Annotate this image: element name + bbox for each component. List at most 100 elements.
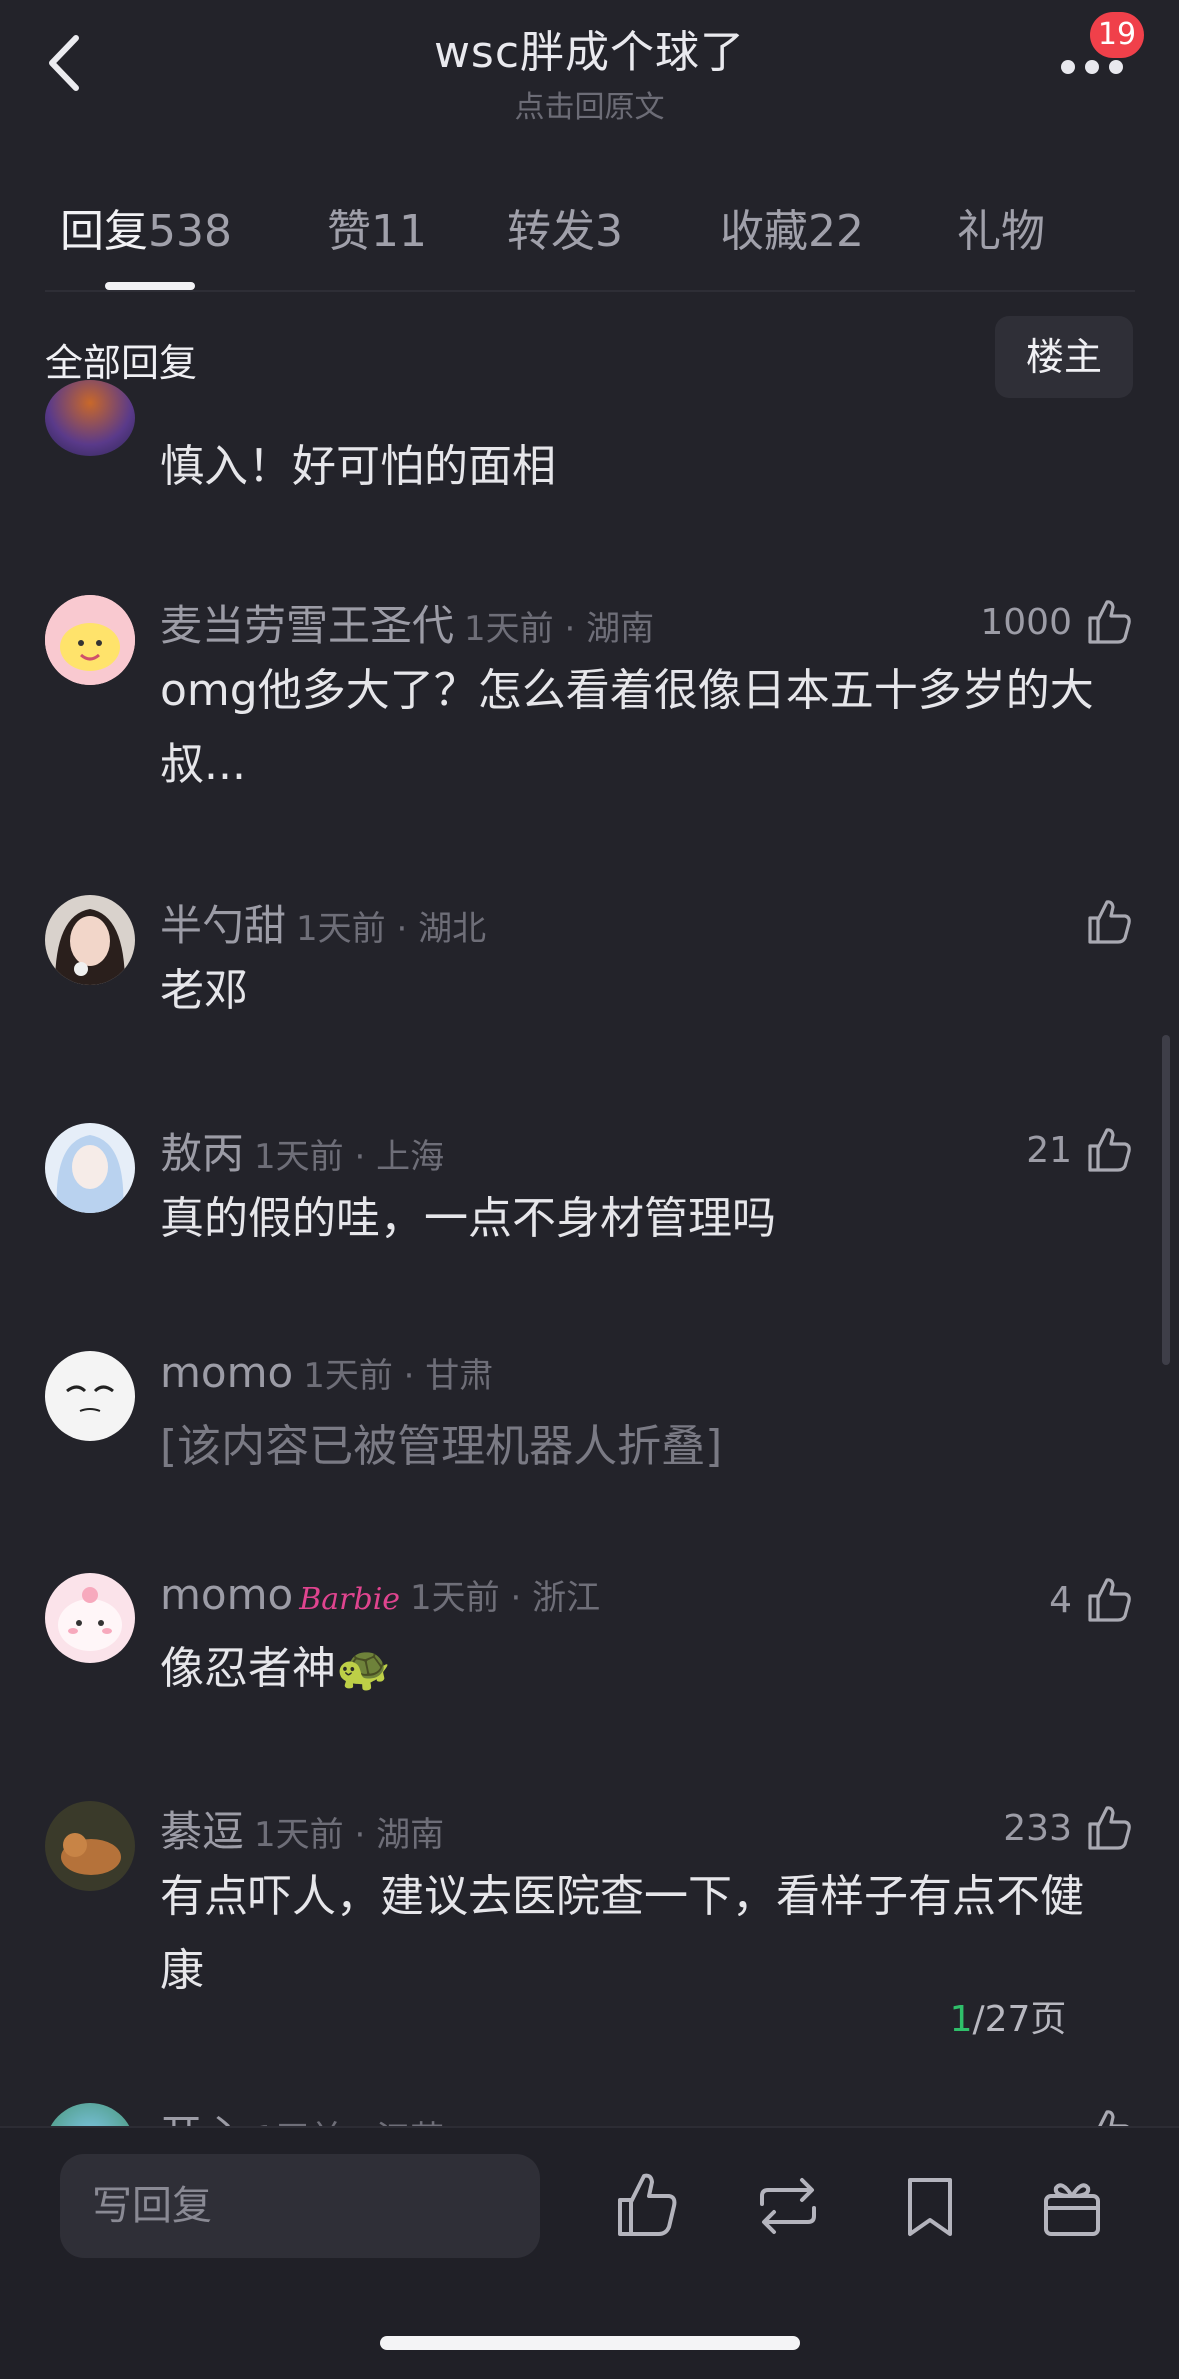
comment-header: 敖丙 1天前 · 上海: [160, 1120, 444, 1180]
header-bar: wsc胖成个球了 点击回原文 19: [0, 0, 1179, 130]
avatar[interactable]: [45, 1351, 135, 1441]
comment-header: momo 1天前 · 甘肃: [160, 1348, 493, 1408]
thumbs-up-icon: [1088, 600, 1131, 644]
tab-likes[interactable]: 赞11: [327, 195, 427, 259]
tab-count: 3: [595, 206, 623, 257]
tab-bar: 回复538 赞11 转发3 收藏22 礼物: [0, 195, 1179, 290]
comment-header: 麦当劳雪王圣代 1天前 · 湖南: [160, 592, 654, 652]
avatar[interactable]: [45, 1801, 135, 1891]
avatar[interactable]: [45, 1123, 135, 1213]
more-dot-icon: [1085, 60, 1099, 74]
comment-meta: 1天前 · 甘肃: [303, 1356, 494, 1396]
op-only-button[interactable]: 楼主: [995, 316, 1133, 398]
avatar-image: [45, 1351, 135, 1441]
tab-label: 收藏: [720, 206, 808, 257]
like-count: 1000: [980, 601, 1072, 643]
comment-item[interactable]: 慎入！好可怕的面相: [0, 380, 1179, 510]
thumbs-up-icon: [618, 2173, 677, 2236]
comment-item[interactable]: 半勺甜 1天前 · 湖北 老邓: [0, 892, 1179, 1032]
folded-comment-notice[interactable]: [该内容已被管理机器人折叠]: [160, 1410, 1135, 1484]
home-indicator: [380, 2336, 800, 2350]
comment-text: 老邓: [160, 965, 248, 1016]
back-to-post-link[interactable]: 点击回原文: [0, 82, 1179, 126]
username[interactable]: momo: [160, 1570, 293, 1619]
like-button[interactable]: [1082, 892, 1134, 952]
like-count: 21: [1026, 1129, 1072, 1171]
tab-favorites[interactable]: 收藏22: [720, 195, 864, 259]
current-page: 1: [949, 1999, 973, 2040]
like-button[interactable]: 21: [1026, 1120, 1134, 1180]
comment-text: 像忍者神🐢: [160, 1643, 391, 1694]
username[interactable]: 綦逗: [160, 1807, 244, 1856]
comment-header: 綦逗 1天前 · 湖南: [160, 1798, 444, 1858]
more-dot-icon: [1109, 60, 1123, 74]
tab-count: 22: [808, 206, 864, 257]
total-pages: /27页: [972, 1999, 1067, 2040]
avatar-image: [45, 1123, 135, 1213]
tab-gifts[interactable]: 礼物: [957, 195, 1045, 259]
like-button[interactable]: 4: [1049, 1570, 1134, 1630]
bookmark-icon: [908, 2178, 952, 2236]
avatar[interactable]: [45, 1573, 135, 1663]
username[interactable]: momo: [160, 1348, 293, 1397]
repost-button[interactable]: [748, 2166, 828, 2246]
active-tab-indicator: [105, 282, 195, 290]
tab-label: 赞: [327, 206, 371, 257]
page-title: wsc胖成个球了: [433, 27, 746, 78]
comment-meta: 1天前 · 湖南: [254, 1815, 445, 1855]
thumbs-up-icon: [1088, 1578, 1131, 1622]
comment-item[interactable]: momo Barbie 1天前 · 浙江 4 像忍者神🐢: [0, 1570, 1179, 1710]
avatar-image: [45, 895, 135, 985]
comment-item[interactable]: 敖丙 1天前 · 上海 21 真的假的哇，一点不身材管理吗: [0, 1120, 1179, 1260]
comment-text: 真的假的哇，一点不身材管理吗: [160, 1193, 776, 1244]
divider: [45, 290, 1135, 292]
tab-label: 回复: [60, 206, 148, 257]
app-page: wsc胖成个球了 点击回原文 19 回复538 赞11 转发3 收藏22 礼物 …: [0, 0, 1179, 2379]
avatar-image: [45, 595, 135, 685]
notification-badge: 19: [1090, 12, 1144, 58]
comment-meta: 1天前 · 浙江: [410, 1578, 601, 1618]
repost-icon: [760, 2178, 816, 2234]
avatar[interactable]: [45, 595, 135, 685]
tab-replies[interactable]: 回复538: [60, 195, 232, 259]
page-indicator[interactable]: 1/27页: [908, 1980, 1108, 2060]
scrollbar[interactable]: [1162, 1035, 1170, 1365]
thumbs-up-icon: [1088, 1128, 1131, 1172]
more-dot-icon: [1061, 60, 1075, 74]
like-count: 233: [1003, 1807, 1072, 1849]
like-button[interactable]: 1000: [980, 592, 1134, 652]
avatar-image: [45, 1801, 135, 1891]
thumbs-up-icon: [1088, 900, 1131, 944]
like-count: 4: [1049, 1579, 1072, 1621]
tab-count: 538: [148, 206, 232, 257]
comment-meta: 1天前 · 湖南: [464, 609, 655, 649]
comment-header: momo Barbie 1天前 · 浙江: [160, 1570, 600, 1630]
comment-item[interactable]: momo 1天前 · 甘肃 [该内容已被管理机器人折叠]: [0, 1348, 1179, 1488]
comment-item[interactable]: 麦当劳雪王圣代 1天前 · 湖南 1000 omg他多大了？怎么看着很像日本五十多…: [0, 592, 1179, 812]
gift-icon: [1044, 2183, 1100, 2236]
tab-label: 转发: [507, 206, 595, 257]
reply-input[interactable]: 写回复: [60, 2154, 540, 2258]
avatar[interactable]: [45, 895, 135, 985]
barbie-badge: Barbie: [299, 1582, 401, 1617]
avatar[interactable]: [45, 380, 135, 456]
username[interactable]: 半勺甜: [160, 901, 286, 950]
tab-label: 礼物: [957, 206, 1045, 257]
username[interactable]: 麦当劳雪王圣代: [160, 601, 454, 650]
comment-text: omg他多大了？怎么看着很像日本五十多岁的大叔...: [160, 665, 1094, 790]
username[interactable]: 敖丙: [160, 1129, 244, 1178]
comment-meta: 1天前 · 湖北: [296, 909, 487, 949]
comment-header: 半勺甜 1天前 · 湖北: [160, 892, 486, 952]
comment-text: 慎入！好可怕的面相: [160, 441, 556, 492]
title-area[interactable]: wsc胖成个球了 点击回原文: [0, 16, 1179, 126]
tab-reposts[interactable]: 转发3: [507, 195, 623, 259]
all-replies-filter[interactable]: 全部回复: [45, 332, 197, 387]
comment-meta: 1天前 · 上海: [254, 1137, 445, 1177]
like-post-button[interactable]: [606, 2166, 686, 2246]
tab-count: 11: [371, 206, 427, 257]
like-button[interactable]: 233: [1003, 1798, 1134, 1858]
thumbs-up-icon: [1088, 1806, 1131, 1850]
favorite-button[interactable]: [890, 2166, 970, 2246]
gift-button[interactable]: [1032, 2166, 1112, 2246]
avatar-image: [45, 1573, 135, 1663]
